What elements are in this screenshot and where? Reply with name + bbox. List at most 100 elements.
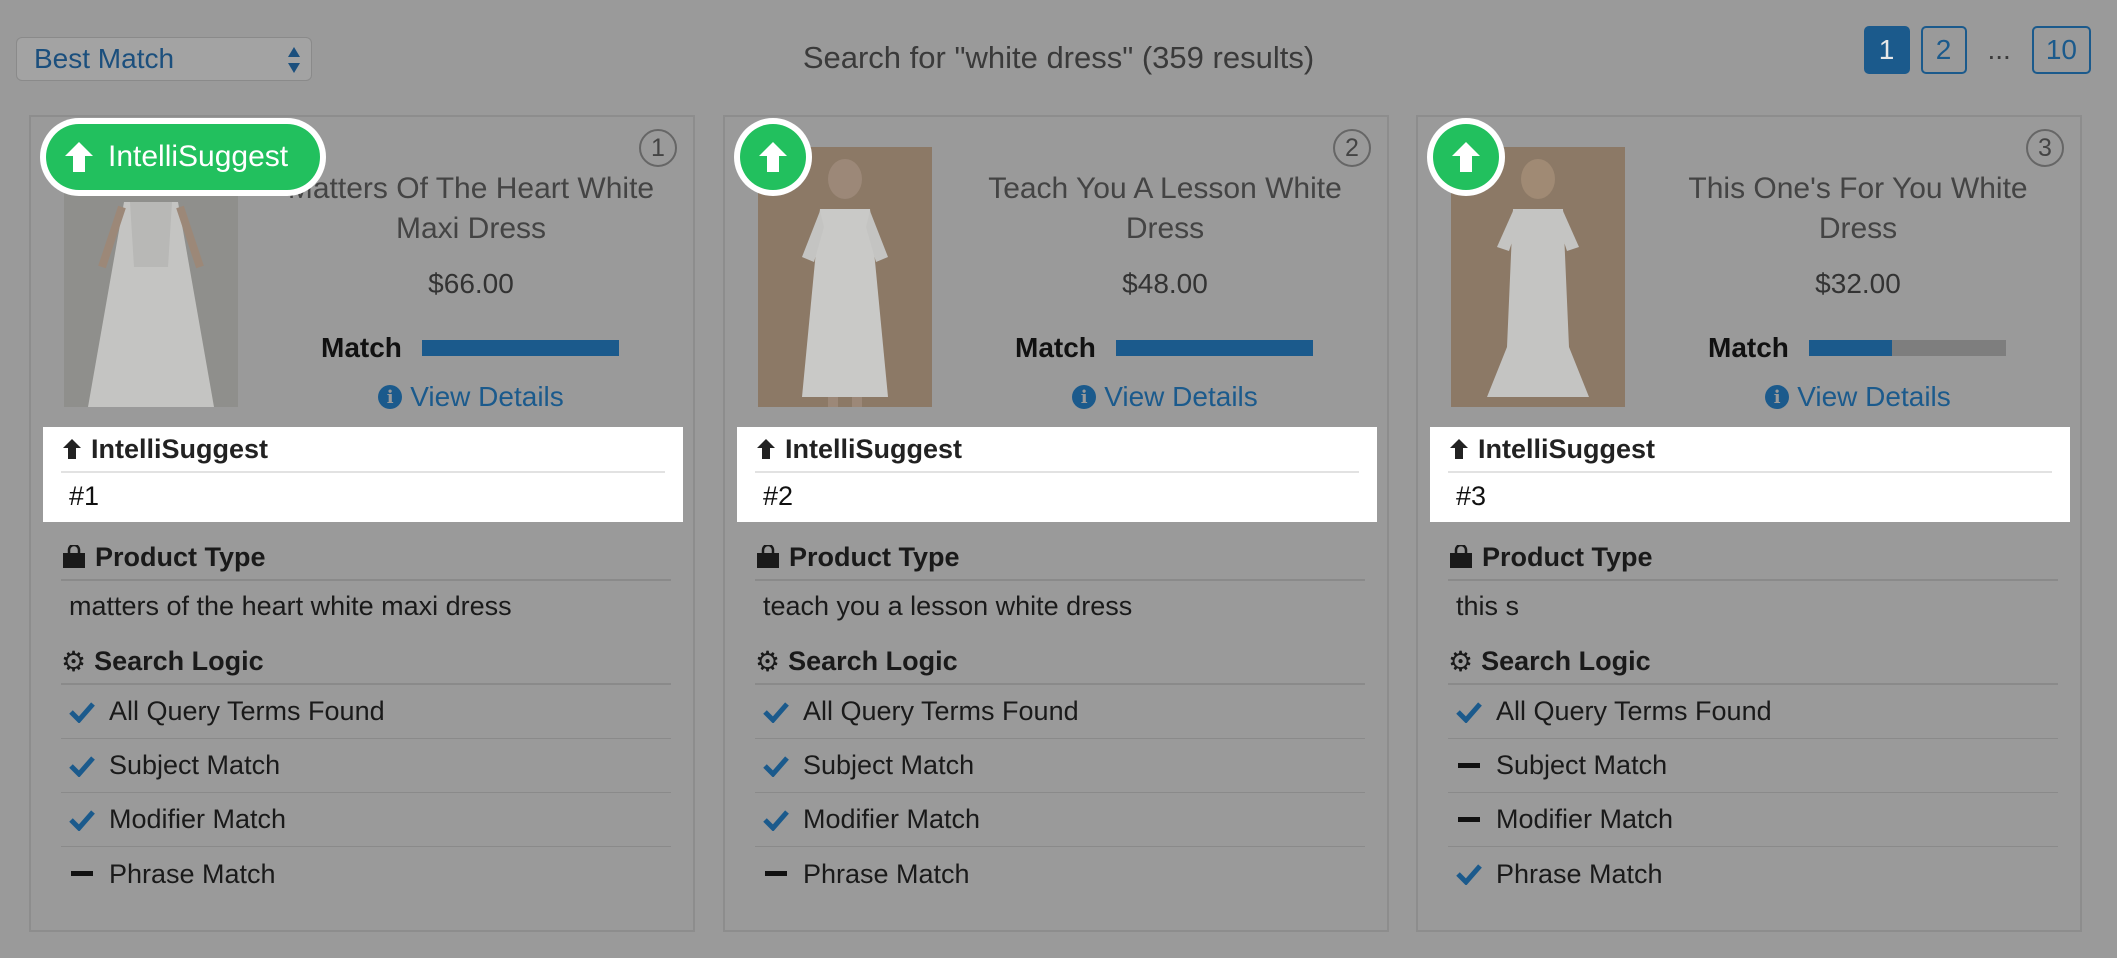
- page-1-button[interactable]: 1: [1863, 26, 1910, 74]
- view-details-label: View Details: [410, 381, 564, 412]
- match-bar: [421, 340, 619, 356]
- match-bar-fill: [1115, 340, 1313, 356]
- search-logic-label: All Query Terms Found: [109, 696, 385, 726]
- pagination: 1 2 ... 10: [1863, 26, 2091, 74]
- search-logic-item: Modifier Match: [61, 793, 671, 847]
- product-card-3: 3 This One's For You White Dress $32.00 …: [1416, 115, 2082, 932]
- product-type-value: this s: [1456, 591, 1520, 621]
- search-logic-item: All Query Terms Found: [61, 685, 671, 739]
- intellisuggest-rank: #3: [1456, 481, 1487, 511]
- product-price: $32.00: [1815, 268, 1901, 299]
- check-icon: [763, 809, 789, 831]
- intellisuggest-panel: IntelliSuggest #1: [43, 427, 683, 522]
- search-logic-section: ⚙ Search Logic All Query Terms Found Subj…: [61, 639, 671, 901]
- check-icon: [69, 755, 95, 777]
- intellisuggest-heading: IntelliSuggest: [91, 433, 269, 464]
- info-icon: i: [378, 385, 403, 409]
- gear-icon: ⚙: [755, 644, 781, 678]
- intellisuggest-panel: IntelliSuggest #2: [737, 427, 1377, 522]
- search-logic-item: Phrase Match: [755, 847, 1365, 901]
- intellisuggest-rank: #1: [69, 481, 100, 511]
- match-bar: [1808, 340, 2006, 356]
- intellisuggest-badge-label: IntelliSuggest: [108, 140, 289, 173]
- product-type-heading: Product Type: [95, 541, 266, 572]
- search-logic-item: All Query Terms Found: [755, 685, 1365, 739]
- intellisuggest-heading: IntelliSuggest: [1478, 433, 1656, 464]
- intellisuggest-panel: IntelliSuggest #3: [1430, 427, 2070, 522]
- arrow-up-icon: [1452, 142, 1480, 172]
- product-card-1: 1 Matters Of The Heart White Maxi Dress …: [29, 115, 695, 932]
- gear-icon: ⚙: [61, 644, 87, 678]
- search-logic-heading: Search Logic: [94, 645, 264, 676]
- dash-icon: [69, 870, 95, 878]
- search-logic-label: Phrase Match: [1496, 858, 1663, 889]
- page-10-button[interactable]: 10: [2031, 26, 2091, 74]
- info-icon: i: [1072, 385, 1097, 409]
- search-logic-label: Phrase Match: [803, 858, 970, 889]
- check-icon: [763, 755, 789, 777]
- product-title[interactable]: This One's For You White Dress: [1648, 169, 2068, 249]
- search-logic-label: All Query Terms Found: [803, 696, 1079, 726]
- product-title[interactable]: Matters Of The Heart White Maxi Dress: [261, 169, 681, 249]
- view-details-label: View Details: [1104, 381, 1258, 412]
- match-label: Match: [321, 332, 402, 363]
- search-logic-section: ⚙ Search Logic All Query Terms Found Subj…: [1448, 639, 2058, 901]
- search-logic-heading: Search Logic: [1481, 645, 1651, 676]
- product-type-section: Product Type matters of the heart white …: [61, 535, 671, 625]
- match-bar-fill: [421, 340, 619, 356]
- results-toolbar: Best Match Search for "white dress" (359…: [0, 0, 2117, 110]
- intellisuggest-badge-1[interactable]: IntelliSuggest: [40, 118, 326, 196]
- search-logic-label: Subject Match: [1496, 750, 1668, 780]
- intellisuggest-badge-2[interactable]: [734, 118, 812, 196]
- search-logic-label: Modifier Match: [109, 804, 287, 834]
- shopping-bag-icon: [63, 545, 85, 568]
- arrow-up-icon: [1450, 439, 1468, 459]
- intellisuggest-rank: #2: [763, 481, 794, 511]
- arrow-up-icon: [63, 439, 81, 459]
- product-title[interactable]: Teach You A Lesson White Dress: [955, 169, 1375, 249]
- view-details-label: View Details: [1797, 381, 1951, 412]
- arrow-up-icon: [757, 439, 775, 459]
- dash-icon: [763, 870, 789, 878]
- product-price: $48.00: [1122, 268, 1208, 299]
- product-type-section: Product Type teach you a lesson white dr…: [755, 535, 1365, 625]
- intellisuggest-heading: IntelliSuggest: [785, 433, 963, 464]
- search-logic-item: Subject Match: [755, 739, 1365, 793]
- check-icon: [763, 701, 789, 723]
- arrow-up-icon: [759, 142, 787, 172]
- check-icon: [69, 809, 95, 831]
- match-label: Match: [1708, 332, 1789, 363]
- intellisuggest-badge-3[interactable]: [1427, 118, 1505, 196]
- shopping-bag-icon: [1450, 545, 1472, 568]
- search-logic-label: Modifier Match: [1496, 804, 1674, 834]
- search-logic-heading: Search Logic: [788, 645, 958, 676]
- product-type-value: teach you a lesson white dress: [763, 591, 1133, 621]
- view-details-link[interactable]: i View Details: [955, 381, 1375, 413]
- search-logic-label: Subject Match: [109, 750, 281, 780]
- rank-badge: 3: [2026, 129, 2064, 167]
- search-logic-item: All Query Terms Found: [1448, 685, 2058, 739]
- search-logic-label: All Query Terms Found: [1496, 696, 1772, 726]
- product-type-value: matters of the heart white maxi dress: [69, 591, 512, 621]
- page-2-button[interactable]: 2: [1920, 26, 1967, 74]
- dash-icon: [1456, 762, 1482, 770]
- match-meter: Match: [1708, 332, 2006, 364]
- product-card-2: 2 Teach You A Lesson White Dress $48.00 …: [723, 115, 1389, 932]
- check-icon: [1456, 863, 1482, 885]
- product-type-heading: Product Type: [789, 541, 960, 572]
- gear-icon: ⚙: [1448, 644, 1474, 678]
- view-details-link[interactable]: i View Details: [1648, 381, 2068, 413]
- search-logic-item: Phrase Match: [61, 847, 671, 901]
- search-logic-item: Modifier Match: [755, 793, 1365, 847]
- search-logic-item: Phrase Match: [1448, 847, 2058, 901]
- search-summary: Search for "white dress" (359 results): [802, 40, 1315, 75]
- match-meter: Match: [1015, 332, 1313, 364]
- search-logic-label: Modifier Match: [803, 804, 981, 834]
- rank-badge: 2: [1333, 129, 1371, 167]
- search-logic-list: All Query Terms Found Subject Match Modifi…: [755, 685, 1365, 901]
- search-logic-item: Modifier Match: [1448, 793, 2058, 847]
- pagination-ellipsis: ...: [1987, 34, 2011, 65]
- info-icon: i: [1765, 385, 1790, 409]
- view-details-link[interactable]: i View Details: [261, 381, 681, 413]
- match-bar: [1115, 340, 1313, 356]
